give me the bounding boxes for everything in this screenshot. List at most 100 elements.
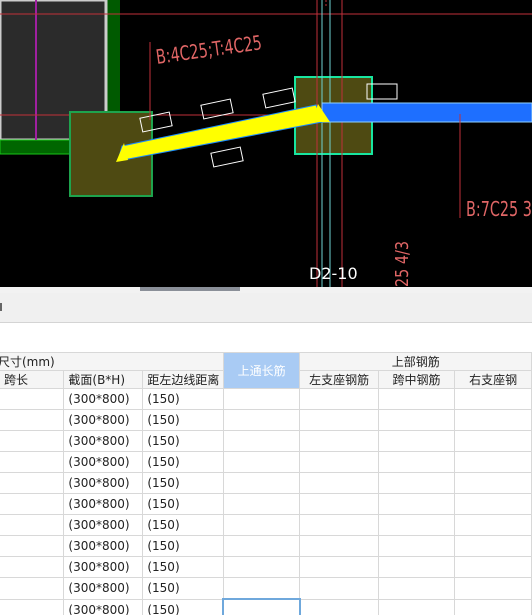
cell-right-support[interactable] <box>454 409 532 431</box>
table-row[interactable]: 0(300*800)(150) <box>0 388 532 410</box>
column-header-continuous-rebar[interactable]: 上通长筋 <box>222 352 301 389</box>
cell-span[interactable]: 0 <box>0 451 65 473</box>
cell-left-support[interactable] <box>299 472 379 494</box>
cell-section[interactable]: (300*800) <box>63 451 144 473</box>
cell-continuous-rebar[interactable] <box>222 451 301 473</box>
cell-continuous-rebar[interactable] <box>222 430 301 452</box>
column-header-left-support[interactable]: 左支座钢筋 <box>299 370 379 389</box>
table-row[interactable]: 0(300*800)(150) <box>0 535 532 557</box>
cell-offset[interactable]: (150) <box>142 388 224 410</box>
cell-mid-span[interactable] <box>377 493 456 515</box>
table-row[interactable]: 0(300*800)(150) <box>0 472 532 494</box>
cell-left-support[interactable] <box>299 493 379 515</box>
cell-right-support[interactable] <box>454 430 532 452</box>
cell-continuous-rebar[interactable] <box>222 514 301 536</box>
cell-left-support[interactable] <box>299 409 379 431</box>
cell-offset[interactable]: (150) <box>142 472 224 494</box>
column-header-section[interactable]: 截面(B*H) <box>63 370 144 389</box>
cell-mid-span[interactable] <box>377 388 456 410</box>
cell-section[interactable]: (300*800) <box>63 598 144 615</box>
cell-left-support[interactable] <box>299 451 379 473</box>
table-row[interactable]: 0(300*800)(150) <box>0 556 532 578</box>
cell-span[interactable]: 0 <box>0 409 65 431</box>
table-row[interactable]: 0(300*800)(150) <box>0 598 532 615</box>
cell-section[interactable]: (300*800) <box>63 472 144 494</box>
cell-right-support[interactable] <box>454 598 532 615</box>
cell-continuous-rebar[interactable] <box>222 409 301 431</box>
column-header-mid-span[interactable]: 跨中钢筋 <box>377 370 456 389</box>
cell-right-support[interactable] <box>454 514 532 536</box>
cell-offset[interactable]: (150) <box>142 409 224 431</box>
cell-offset[interactable]: (150) <box>142 430 224 452</box>
cell-mid-span[interactable] <box>377 556 456 578</box>
cell-continuous-rebar[interactable] <box>222 493 301 515</box>
cell-mid-span[interactable] <box>377 409 456 431</box>
cell-section[interactable]: (300*800) <box>63 535 144 557</box>
cell-span[interactable]: 0 <box>0 493 65 515</box>
column-header-right-support[interactable]: 右支座钢 <box>454 370 532 389</box>
cell-continuous-rebar[interactable] <box>222 556 301 578</box>
cell-span[interactable]: 0 <box>0 388 65 410</box>
table-row[interactable]: 0(300*800)(150) <box>0 577 532 600</box>
table-row[interactable]: 0(300*800)(150) <box>0 514 532 536</box>
cell-mid-span[interactable] <box>377 451 456 473</box>
cell-offset[interactable]: (150) <box>142 535 224 557</box>
cell-left-support[interactable] <box>299 598 379 615</box>
cell-right-support[interactable] <box>454 472 532 494</box>
column-header-offset[interactable]: 距左边线距离 <box>142 370 224 389</box>
cell-offset[interactable]: (150) <box>142 493 224 515</box>
cell-left-support[interactable] <box>299 577 379 600</box>
cell-span[interactable]: 0 <box>0 577 65 600</box>
cell-mid-span[interactable] <box>377 472 456 494</box>
cell-mid-span[interactable] <box>377 430 456 452</box>
cell-continuous-rebar[interactable] <box>222 388 301 410</box>
cell-offset[interactable]: (150) <box>142 451 224 473</box>
cell-section[interactable]: (300*800) <box>63 388 144 410</box>
splitter-handle[interactable] <box>140 287 240 291</box>
cell-mid-span[interactable] <box>377 535 456 557</box>
cell-continuous-rebar[interactable] <box>222 598 301 615</box>
cell-left-support[interactable] <box>299 535 379 557</box>
beam-table[interactable]: 尺寸(mm) 上通长筋 上部钢筋 跨长 截面(B*H) 距左边线距离 左支座钢筋… <box>0 352 532 615</box>
cell-right-support[interactable] <box>454 451 532 473</box>
cell-section[interactable]: (300*800) <box>63 514 144 536</box>
cell-section[interactable]: (300*800) <box>63 430 144 452</box>
cell-left-support[interactable] <box>299 430 379 452</box>
cell-section[interactable]: (300*800) <box>63 409 144 431</box>
cell-span[interactable]: 0 <box>0 556 65 578</box>
cell-right-support[interactable] <box>454 493 532 515</box>
cell-mid-span[interactable] <box>377 514 456 536</box>
cell-continuous-rebar[interactable] <box>222 577 301 600</box>
table-row[interactable]: 0(300*800)(150) <box>0 430 532 452</box>
cell-offset[interactable]: (150) <box>142 577 224 600</box>
cell-continuous-rebar[interactable] <box>222 472 301 494</box>
cell-offset[interactable]: (150) <box>142 598 224 615</box>
cell-offset[interactable]: (150) <box>142 514 224 536</box>
cell-right-support[interactable] <box>454 535 532 557</box>
grip-2[interactable] <box>200 98 234 120</box>
cell-mid-span[interactable] <box>377 598 456 615</box>
table-row[interactable]: 0(300*800)(150) <box>0 451 532 473</box>
cell-span[interactable]: 0 <box>0 535 65 557</box>
grip-4[interactable] <box>210 146 244 168</box>
cad-drawing[interactable]: B:4C25;T:4C25 B:7C25 3 25 4/3 D2-10 <box>0 0 532 287</box>
cell-section[interactable]: (300*800) <box>63 556 144 578</box>
cell-offset[interactable]: (150) <box>142 556 224 578</box>
cell-section[interactable]: (300*800) <box>63 493 144 515</box>
cell-span[interactable]: 0 <box>0 430 65 452</box>
cell-span[interactable]: 0 <box>0 472 65 494</box>
cell-left-support[interactable] <box>299 556 379 578</box>
cell-left-support[interactable] <box>299 388 379 410</box>
cell-continuous-rebar[interactable] <box>222 535 301 557</box>
cell-mid-span[interactable] <box>377 577 456 600</box>
grip-3[interactable] <box>262 87 296 109</box>
cell-span[interactable]: 0 <box>0 598 65 615</box>
cell-right-support[interactable] <box>454 577 532 600</box>
table-row[interactable]: 0(300*800)(150) <box>0 409 532 431</box>
cell-left-support[interactable] <box>299 514 379 536</box>
cell-span[interactable]: 0 <box>0 514 65 536</box>
cell-right-support[interactable] <box>454 556 532 578</box>
cell-section[interactable]: (300*800) <box>63 577 144 600</box>
column-header-span[interactable]: 跨长 <box>0 370 65 389</box>
blue-beam[interactable] <box>321 102 532 123</box>
